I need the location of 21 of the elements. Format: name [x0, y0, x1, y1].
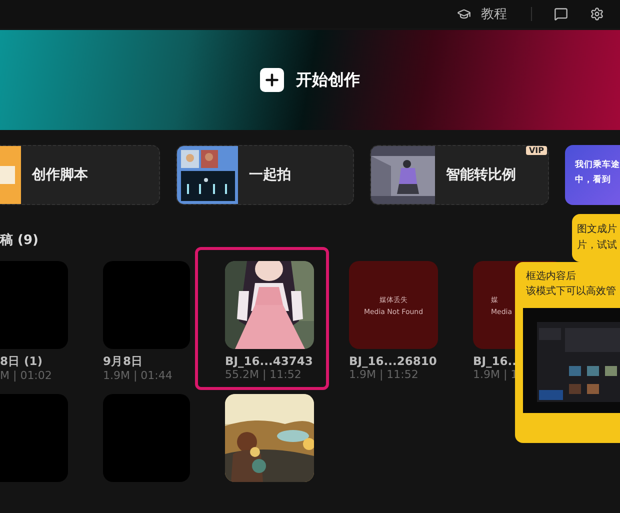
tooltip-text: 框选内容后: [526, 270, 577, 283]
vip-badge: VIP: [526, 146, 547, 155]
feature-label: 一起拍: [249, 166, 291, 184]
draft-title: BJ_16..: [473, 354, 518, 368]
draft-meta: 1.9M | 01:44: [103, 369, 174, 382]
create-label: 开始创作: [296, 70, 360, 90]
tooltip-text: 图文成片: [577, 222, 618, 236]
draft-meta: M | 01:02: [0, 369, 53, 382]
draft-title: BJ_16...43743: [225, 354, 314, 368]
feature-label: 创作脚本: [32, 166, 88, 184]
feature-label: 智能转比例: [446, 166, 516, 184]
draft-title: 9月8日: [103, 354, 144, 369]
promo-text: 我们乘车途: [575, 159, 620, 171]
promo-text: 中，看到: [575, 174, 612, 186]
tooltip-text: 片，试试: [577, 238, 618, 252]
draft-title: 8日 (1): [0, 354, 44, 369]
tooltip-text: 该模式下可以高效管: [526, 285, 617, 298]
section-title: 稿 (9): [0, 232, 38, 249]
draft-meta: 55.2M | 11:52: [225, 368, 302, 381]
draft-title: BJ_16...26810: [349, 354, 438, 368]
draft-meta: 1.9M | 11:52: [349, 368, 420, 381]
